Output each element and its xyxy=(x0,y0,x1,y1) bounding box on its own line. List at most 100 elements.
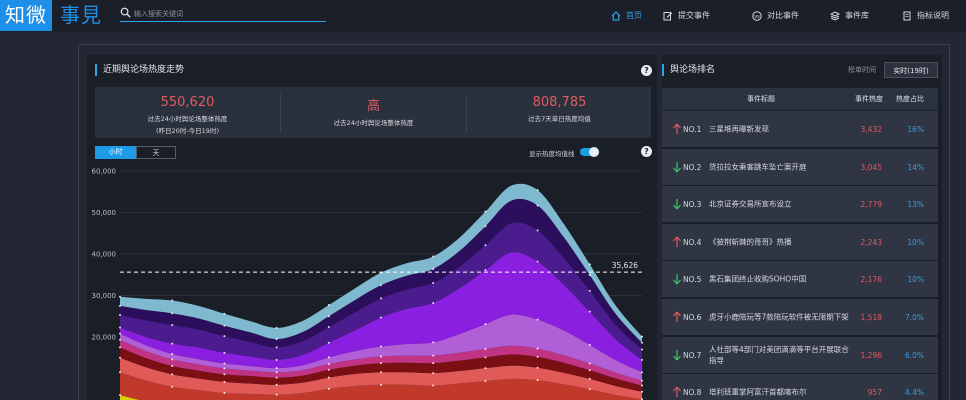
stat-label: 过去7天单日热度均值 xyxy=(528,115,591,123)
data-point xyxy=(641,335,643,338)
search-input[interactable] xyxy=(134,8,324,20)
data-point xyxy=(536,260,539,263)
home-icon xyxy=(611,10,621,21)
data-point xyxy=(380,284,382,287)
data-point xyxy=(275,383,278,386)
help-icon[interactable]: ? xyxy=(641,65,652,76)
data-point xyxy=(119,332,121,335)
table-row[interactable]: NO.3 北京证券交易所宣布设立 2,779 13% xyxy=(662,186,938,224)
data-point xyxy=(327,304,330,307)
data-point xyxy=(171,358,174,361)
data-point xyxy=(536,366,539,369)
data-point xyxy=(484,379,487,382)
logo[interactable]: 知微 xyxy=(0,0,52,31)
table-row[interactable]: NO.4 《披荆斩棘的哥哥》热播 2,243 10% xyxy=(662,223,938,261)
average-line-toggle[interactable] xyxy=(580,147,599,157)
stat-label: 过去24小时舆论场整体热度 xyxy=(333,119,414,127)
data-point xyxy=(327,341,330,344)
heat-share: 6.0% xyxy=(904,350,924,360)
y-tick-label: 20,000 xyxy=(92,334,117,342)
table-row[interactable]: NO.5 黑石集团终止收购SOHO中国 2,176 10% xyxy=(662,261,938,299)
data-point xyxy=(641,390,643,393)
data-point xyxy=(641,379,643,382)
event-heat: 2,243 xyxy=(860,237,882,247)
data-point xyxy=(119,314,121,317)
search-icon[interactable] xyxy=(120,7,131,18)
data-point xyxy=(327,387,330,390)
data-point xyxy=(119,356,121,359)
stat-value: 808,785 xyxy=(532,95,587,110)
data-point xyxy=(432,362,435,365)
tab-hour[interactable]: 小时 xyxy=(95,146,136,159)
stat-24h-heat: 550,620 过去24小时舆论场整体热度 (昨日20时-今日19时) xyxy=(95,87,280,138)
table-row[interactable]: NO.7 人社部等4部门对美团滴滴等平台开展联合指导 1,296 6.0% xyxy=(662,336,938,374)
event-title: 黑石集团终止收购SOHO中国 xyxy=(709,274,807,284)
arrow-down-icon xyxy=(673,199,681,210)
data-point xyxy=(588,388,591,391)
stat-value: 550,620 xyxy=(160,95,215,110)
table-row[interactable]: NO.1 三星堆再曝新发现 3,432 16% xyxy=(662,111,938,148)
tab-day[interactable]: 天 xyxy=(136,146,176,159)
heat-share: 14% xyxy=(907,162,924,172)
event-title: 三星堆再曝新发现 xyxy=(709,124,769,134)
data-point xyxy=(171,342,174,345)
data-point xyxy=(380,345,382,348)
data-point xyxy=(536,355,539,358)
data-point xyxy=(641,371,643,374)
data-point xyxy=(119,304,121,307)
data-point xyxy=(223,312,226,315)
data-point xyxy=(536,347,539,350)
data-point xyxy=(119,326,121,329)
arrow-down-icon xyxy=(673,349,681,360)
data-point xyxy=(275,393,278,396)
heat-share: 13% xyxy=(907,200,924,210)
arrow-up-icon xyxy=(673,311,681,322)
svg-text:vs: vs xyxy=(754,14,760,20)
header-event-heat: 事件热度 xyxy=(855,95,883,103)
nav-metrics-guide[interactable]: 指标说明 xyxy=(902,0,949,31)
data-point xyxy=(484,225,487,228)
ranking-time-button[interactable]: 榜单时间 xyxy=(840,62,884,78)
nav-home[interactable]: 首页 xyxy=(611,0,642,31)
data-point xyxy=(119,346,121,349)
data-point xyxy=(484,244,487,247)
y-tick-label: 50,000 xyxy=(92,209,117,217)
data-point xyxy=(275,371,278,374)
help-icon[interactable]: ? xyxy=(641,146,652,157)
nav-event-library[interactable]: 事件库 xyxy=(830,0,869,31)
rank-number: NO.6 xyxy=(683,313,702,322)
data-point xyxy=(275,376,278,379)
nav-compare-events[interactable]: vs 对比事件 xyxy=(752,0,799,31)
table-row[interactable]: NO.8 塔利班重掌阿富汗首都喀布尔 957 4.4% xyxy=(662,374,938,400)
data-point xyxy=(588,310,591,313)
stack-icon xyxy=(830,10,840,21)
edit-icon xyxy=(663,11,673,20)
ranking-table-header: 事件标题 事件热度 热度占比 xyxy=(662,88,938,110)
event-heat: 1,518 xyxy=(860,313,882,322)
data-point xyxy=(536,379,539,382)
heat-share: 10% xyxy=(907,237,924,247)
data-point xyxy=(380,316,382,319)
data-point xyxy=(327,315,330,318)
table-row[interactable]: NO.2 货拉拉女乘客跳车坠亡案开庭 3,045 14% xyxy=(662,148,938,186)
y-tick-label: 30,000 xyxy=(92,292,117,300)
data-point xyxy=(327,368,330,371)
nav-submit-event-label: 提交事件 xyxy=(678,11,710,20)
nav-submit-event[interactable]: 提交事件 xyxy=(663,0,710,31)
heat-share: 16% xyxy=(907,125,924,134)
table-row[interactable]: NO.6 虎牙小鹿陪玩等7款陪玩软件被无限期下架 1,518 7.0% xyxy=(662,299,938,336)
realtime-button[interactable]: 实时(19时) xyxy=(884,62,938,78)
data-point xyxy=(588,274,591,277)
compare-icon: vs xyxy=(752,10,762,21)
stat-7d-average: 808,785 过去7天单日热度均值 xyxy=(467,87,652,138)
data-point xyxy=(588,377,591,380)
data-point xyxy=(171,385,174,388)
stat-24h-level: 高 过去24小时舆论场整体热度 xyxy=(281,87,466,138)
event-title: 货拉拉女乘客跳车坠亡案开庭 xyxy=(709,162,807,172)
data-point xyxy=(588,343,591,346)
data-point xyxy=(223,362,226,365)
stat-value: 高 xyxy=(366,99,380,114)
data-point xyxy=(588,263,591,266)
data-point xyxy=(119,295,121,298)
rank-number: NO.2 xyxy=(683,162,702,172)
